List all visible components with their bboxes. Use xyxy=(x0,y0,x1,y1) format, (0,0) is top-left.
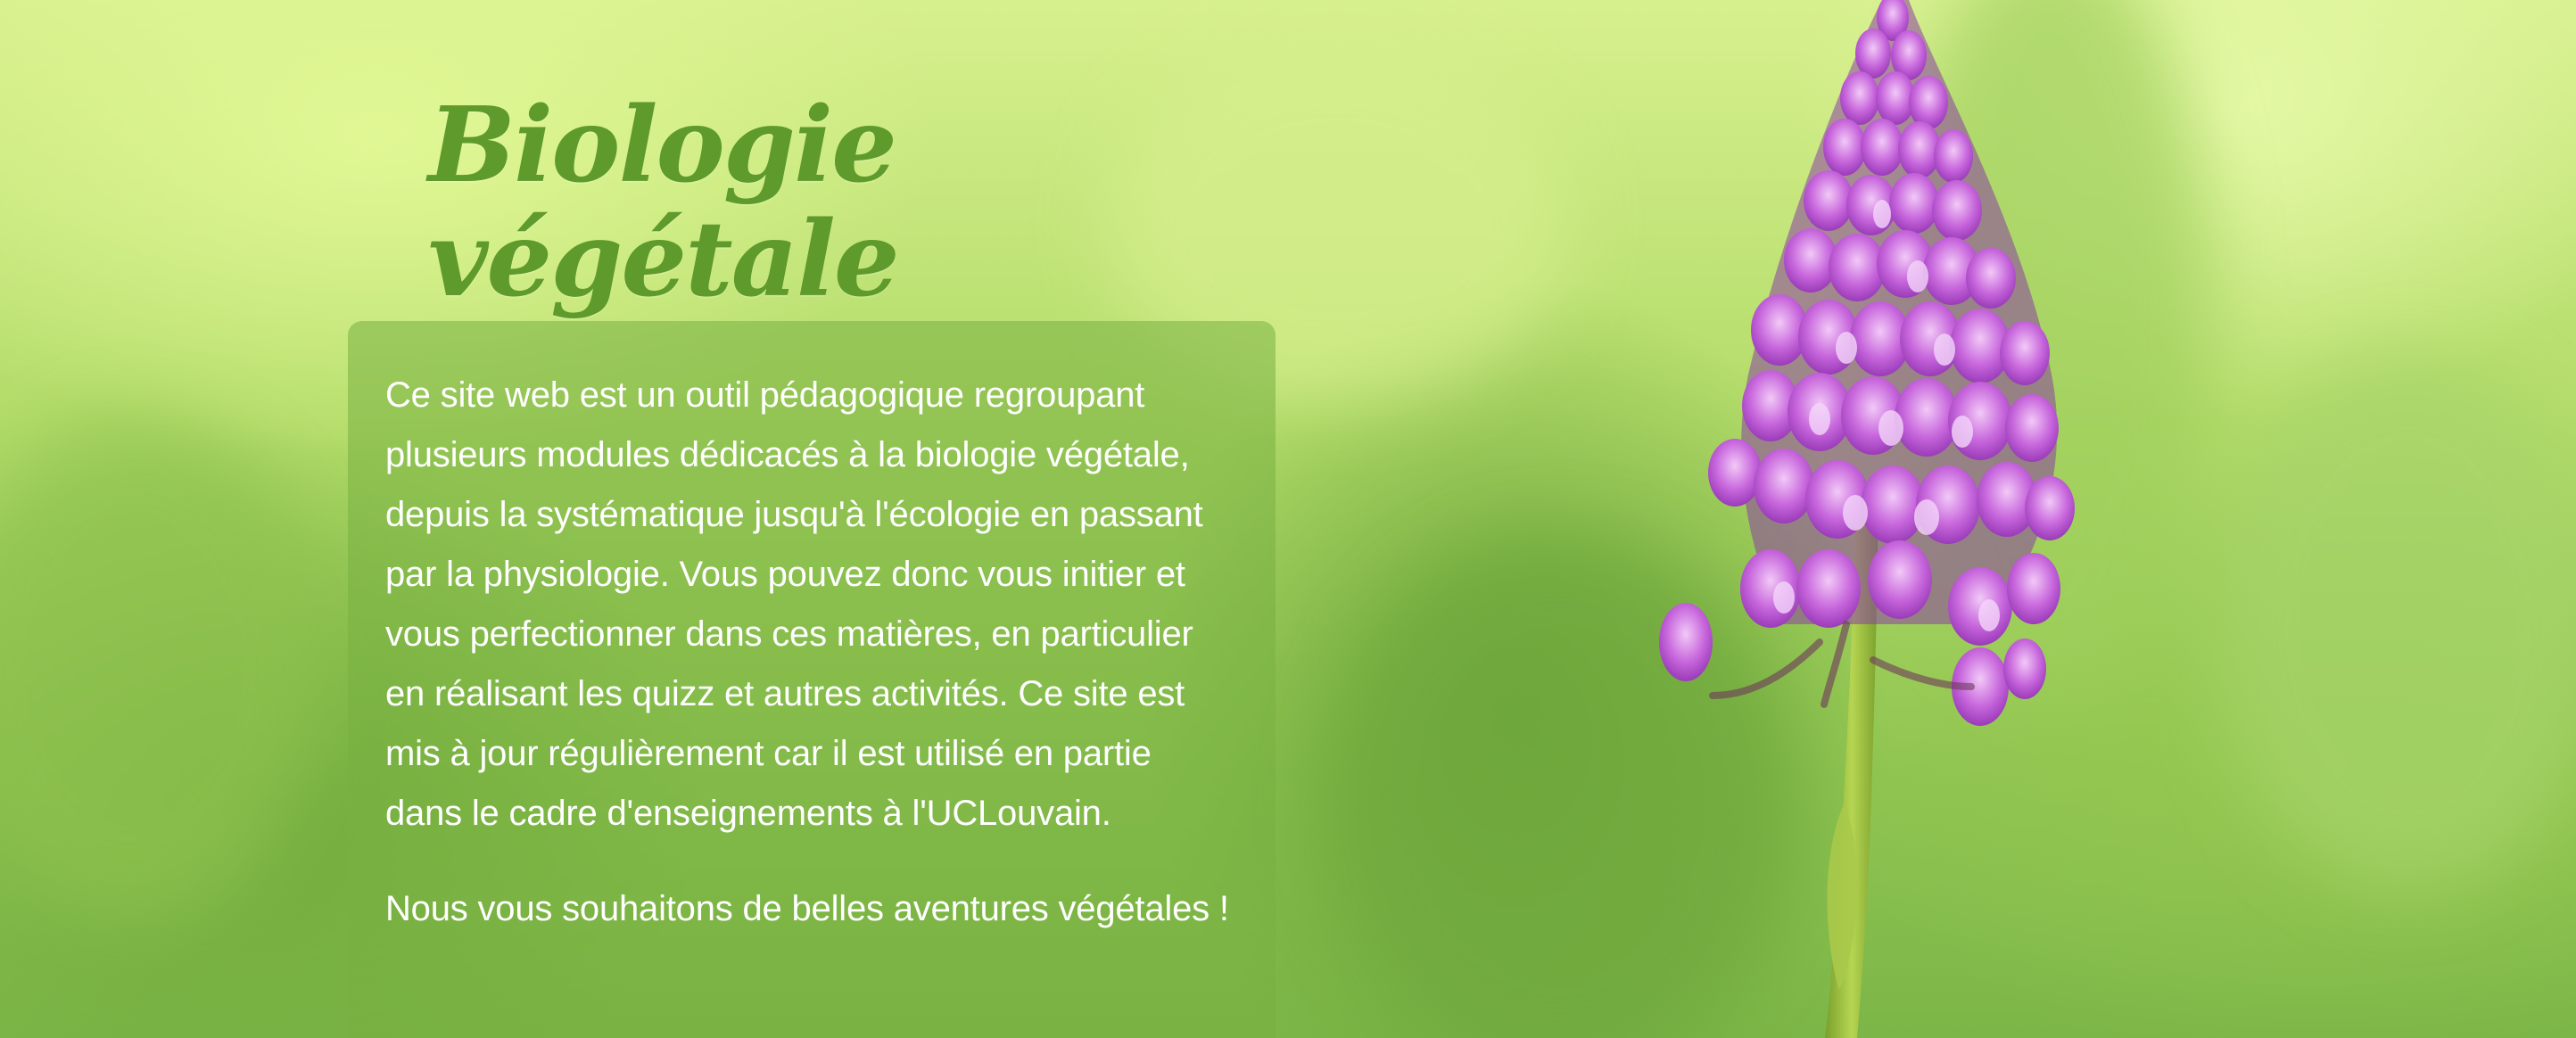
intro-paragraph: Ce site web est un outil pédagogique reg… xyxy=(385,375,1203,833)
hero-banner: Biologie végétale Ce site web est un out… xyxy=(0,0,2576,1038)
intro-card: Ce site web est un outil pédagogique reg… xyxy=(348,321,1276,1038)
page-title: Biologie végétale xyxy=(428,85,900,320)
closing-paragraph: Nous vous souhaitons de belles aventures… xyxy=(385,889,1229,928)
